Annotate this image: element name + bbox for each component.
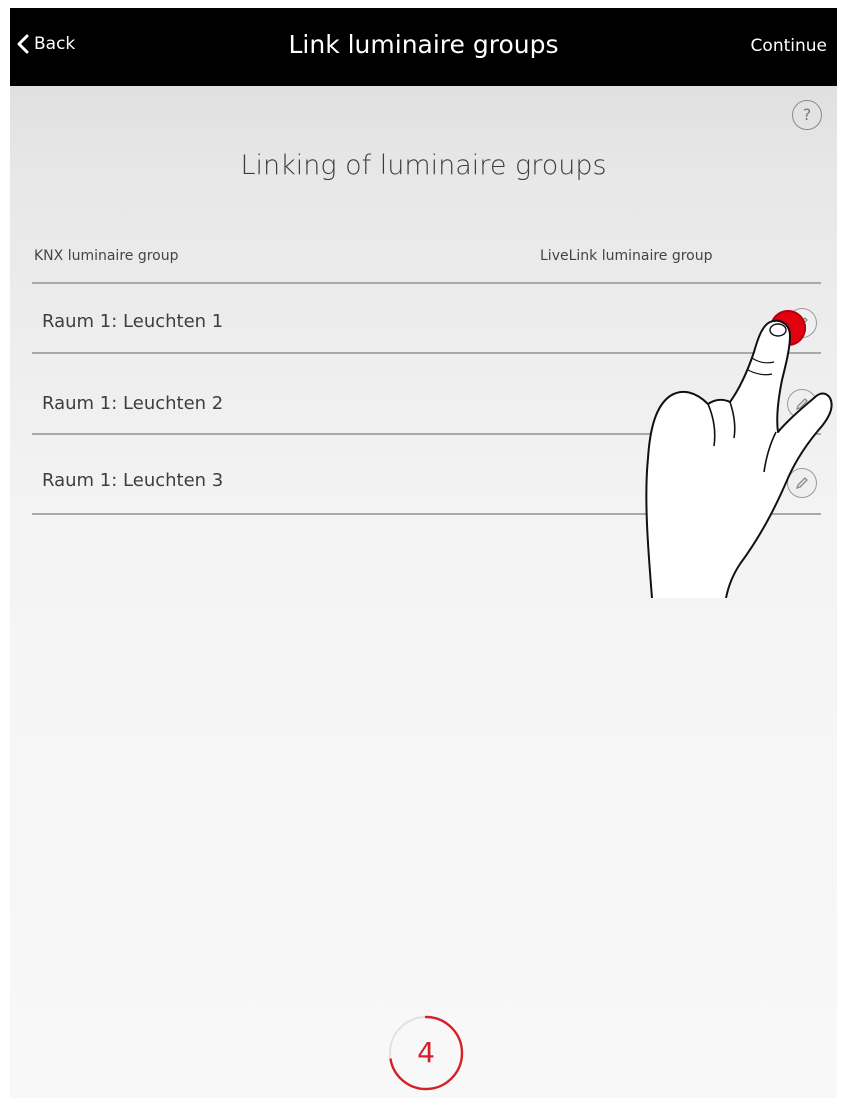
page-title: Link luminaire groups: [288, 30, 559, 59]
help-button[interactable]: ?: [792, 100, 822, 130]
help-icon: ?: [802, 105, 812, 124]
column-header-livelink: LiveLink luminaire group: [540, 248, 713, 264]
column-header-knx: KNX luminaire group: [34, 248, 179, 264]
row-label: Raum 1: Leuchten 2: [42, 393, 224, 414]
app-screen: Back Link luminaire groups Continue ? Li…: [10, 8, 837, 1098]
row-label: Raum 1: Leuchten 1: [42, 311, 224, 332]
step-number: 4: [417, 1036, 435, 1069]
step-indicator: 4: [386, 1013, 466, 1093]
continue-button[interactable]: Continue: [751, 36, 827, 56]
pointing-hand-icon: [645, 319, 833, 598]
navigation-bar: Back Link luminaire groups Continue: [10, 8, 837, 86]
row-label: Raum 1: Leuchten 3: [42, 470, 224, 491]
section-heading: Linking of luminaire groups: [240, 150, 607, 181]
